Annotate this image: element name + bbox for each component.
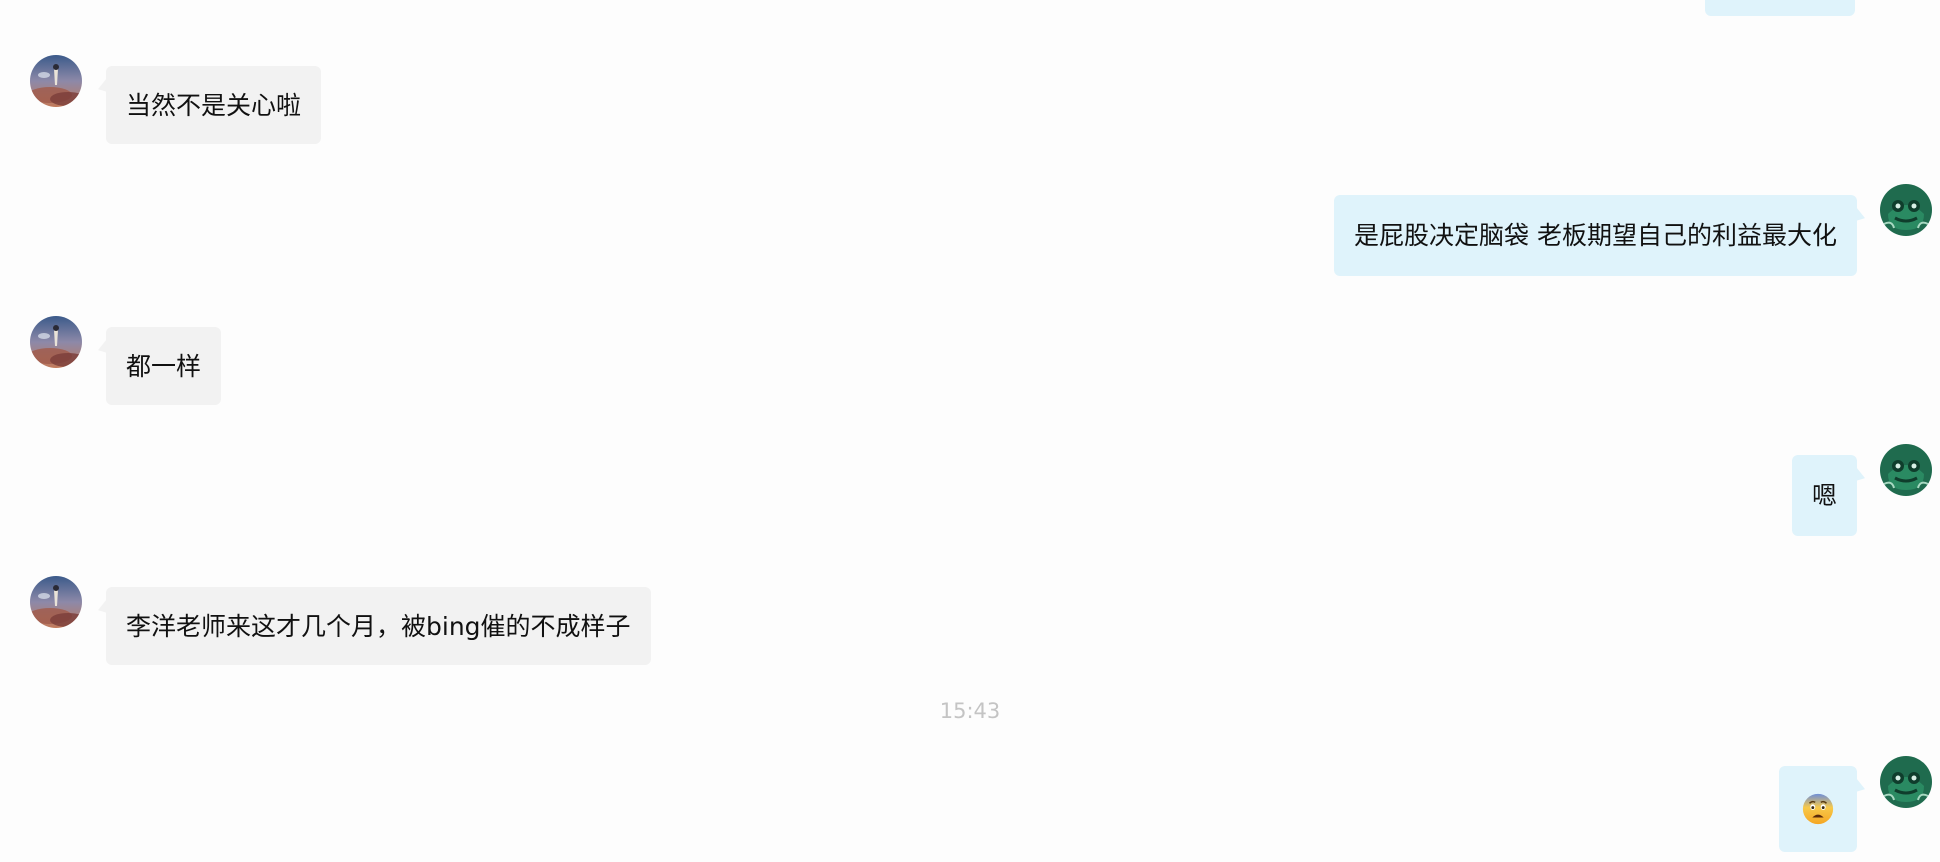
message-bubble-incoming[interactable]: 当然不是关心啦 (98, 66, 322, 144)
message-bubble-outgoing[interactable]: 嗯 (1791, 455, 1865, 536)
contact-avatar[interactable] (30, 576, 82, 628)
bubble-tail (1856, 466, 1865, 486)
anime-scenery-avatar-icon (30, 316, 82, 368)
message-text: 当然不是关心啦 (126, 90, 302, 120)
green-frog-avatar-icon (1880, 756, 1932, 808)
message-text: 嗯 (1811, 481, 1837, 510)
my-avatar[interactable] (1880, 444, 1932, 496)
bubble-tail (98, 338, 107, 358)
chat-message-list[interactable]: 当然不是关心啦 是屁股决定脑袋 老板期望自己的利益最大化 都一样 嗯 李洋老师来… (0, 0, 1940, 862)
fearful-face-emoji-icon (1802, 793, 1834, 825)
green-frog-avatar-icon (1880, 444, 1932, 496)
message-bubble-incoming[interactable]: 都一样 (98, 327, 222, 405)
message-timestamp: 15:43 (939, 699, 1001, 723)
green-frog-avatar-icon (1880, 184, 1932, 236)
bubble-tail (98, 598, 107, 618)
message-text: 李洋老师来这才几个月，被bing催的不成样子 (126, 611, 631, 641)
anime-scenery-avatar-icon (30, 576, 82, 628)
anime-scenery-avatar-icon (30, 55, 82, 107)
contact-avatar[interactable] (30, 55, 82, 107)
message-bubble-outgoing[interactable]: 是屁股决定脑袋 老板期望自己的利益最大化 (1334, 195, 1865, 276)
message-bubble-outgoing-partial (1705, 0, 1855, 16)
message-text: 是屁股决定脑袋 老板期望自己的利益最大化 (1354, 221, 1837, 250)
message-bubble-incoming[interactable]: 李洋老师来这才几个月，被bing催的不成样子 (98, 587, 651, 665)
my-avatar[interactable] (1880, 184, 1932, 236)
my-avatar[interactable] (1880, 756, 1932, 808)
contact-avatar[interactable] (30, 316, 82, 368)
bubble-tail (98, 77, 107, 97)
bubble-tail (1856, 206, 1865, 226)
bubble-tail (1856, 777, 1865, 797)
message-bubble-outgoing[interactable] (1779, 766, 1865, 852)
message-text: 都一样 (126, 351, 202, 381)
